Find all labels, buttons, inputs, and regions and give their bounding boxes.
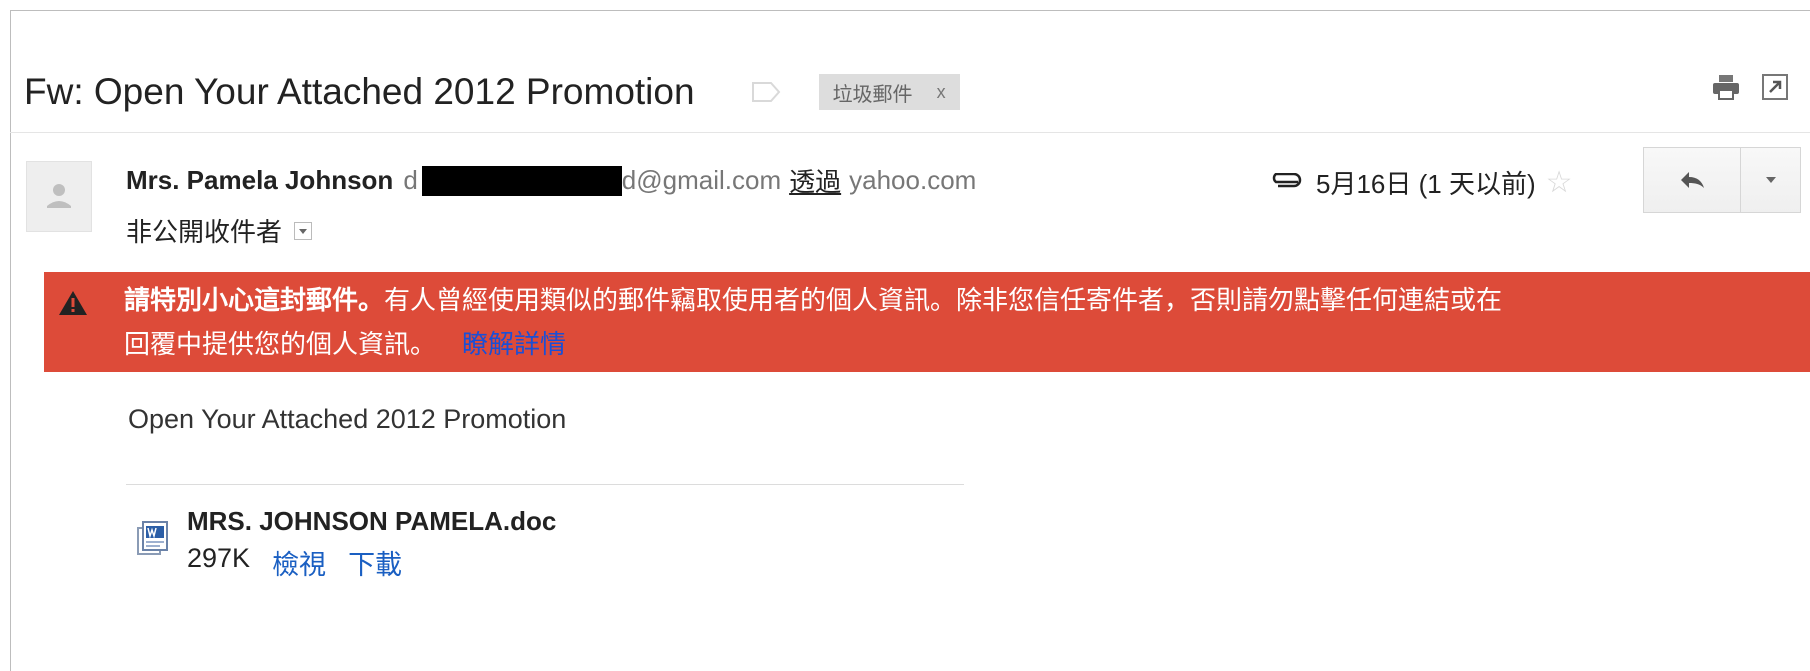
word-doc-icon[interactable] [136, 520, 172, 561]
view-attachment-link[interactable]: 檢視 [272, 543, 326, 582]
header-divider [10, 132, 1810, 133]
new-window-icon[interactable] [1762, 74, 1788, 105]
via-domain: yahoo.com [849, 165, 977, 195]
reply-icon [1681, 172, 1704, 188]
download-attachment-link[interactable]: 下載 [348, 543, 402, 582]
avatar-icon [47, 184, 71, 208]
warning-bold-text: 請特別小心這封郵件。 [124, 285, 385, 315]
star-icon[interactable]: ☆ [1546, 167, 1573, 198]
phishing-warning-banner: 請特別小心這封郵件。有人曾經使用類似的郵件竊取使用者的個人資訊。除非您信任寄件者… [44, 272, 1810, 372]
warning-icon [58, 290, 88, 323]
message-date: 5月16日 (1 天以前) [1316, 169, 1536, 199]
attachment-meta: 297K 檢視 下載 [187, 543, 402, 582]
warning-line-1: 請特別小心這封郵件。有人曾經使用類似的郵件竊取使用者的個人資訊。除非您信任寄件者… [124, 280, 1502, 320]
attachment-divider [126, 484, 964, 485]
print-icon[interactable] [1712, 74, 1740, 105]
subject: Fw: Open Your Attached 2012 Promotion [24, 71, 695, 112]
recipients: 非公開收件者 [126, 212, 313, 249]
message-meta: 5月16日 (1 天以前) ☆ [1268, 164, 1573, 201]
tag-icon[interactable] [751, 81, 781, 103]
recipients-dropdown-icon[interactable] [294, 221, 313, 240]
label-text: 垃圾郵件 [832, 83, 913, 106]
warning-text: 有人曾經使用類似的郵件竊取使用者的個人資訊。除非您信任寄件者，否則請勿點擊任何連… [384, 285, 1503, 315]
message-body: Open Your Attached 2012 Promotion [128, 404, 567, 434]
header-actions [1712, 74, 1788, 105]
paperclip-icon [1268, 167, 1302, 198]
sender-name[interactable]: Mrs. Pamela Johnson [126, 165, 393, 196]
attachment-filename: MRS. JOHNSON PAMELA.doc [187, 506, 557, 536]
reply-button[interactable] [1643, 147, 1741, 213]
warning-text-continued: 回覆中提供您的個人資訊。 [124, 329, 437, 359]
learn-more-link[interactable]: 瞭解詳情 [462, 329, 566, 359]
subject-row: Fw: Open Your Attached 2012 Promotion 垃圾… [24, 64, 960, 120]
via-link[interactable]: 透過 [789, 162, 841, 199]
label-chip[interactable]: 垃圾郵件 x [818, 74, 960, 110]
sender-line: Mrs. Pamela Johnson d d@gmail.com 透過 yah… [126, 162, 976, 199]
more-actions-dropdown[interactable] [1741, 147, 1801, 213]
recipients-label: 非公開收件者 [126, 217, 283, 247]
redaction-bar [421, 165, 622, 196]
attachment-size: 297K [187, 543, 251, 573]
avatar [26, 161, 92, 232]
sender-email: d@gmail.com [621, 165, 782, 195]
sender-email-prefix: d [403, 165, 418, 195]
reply-group [1643, 147, 1801, 213]
remove-label-button[interactable]: x [937, 82, 946, 103]
warning-line-2: 回覆中提供您的個人資訊。 瞭解詳情 [124, 324, 566, 364]
